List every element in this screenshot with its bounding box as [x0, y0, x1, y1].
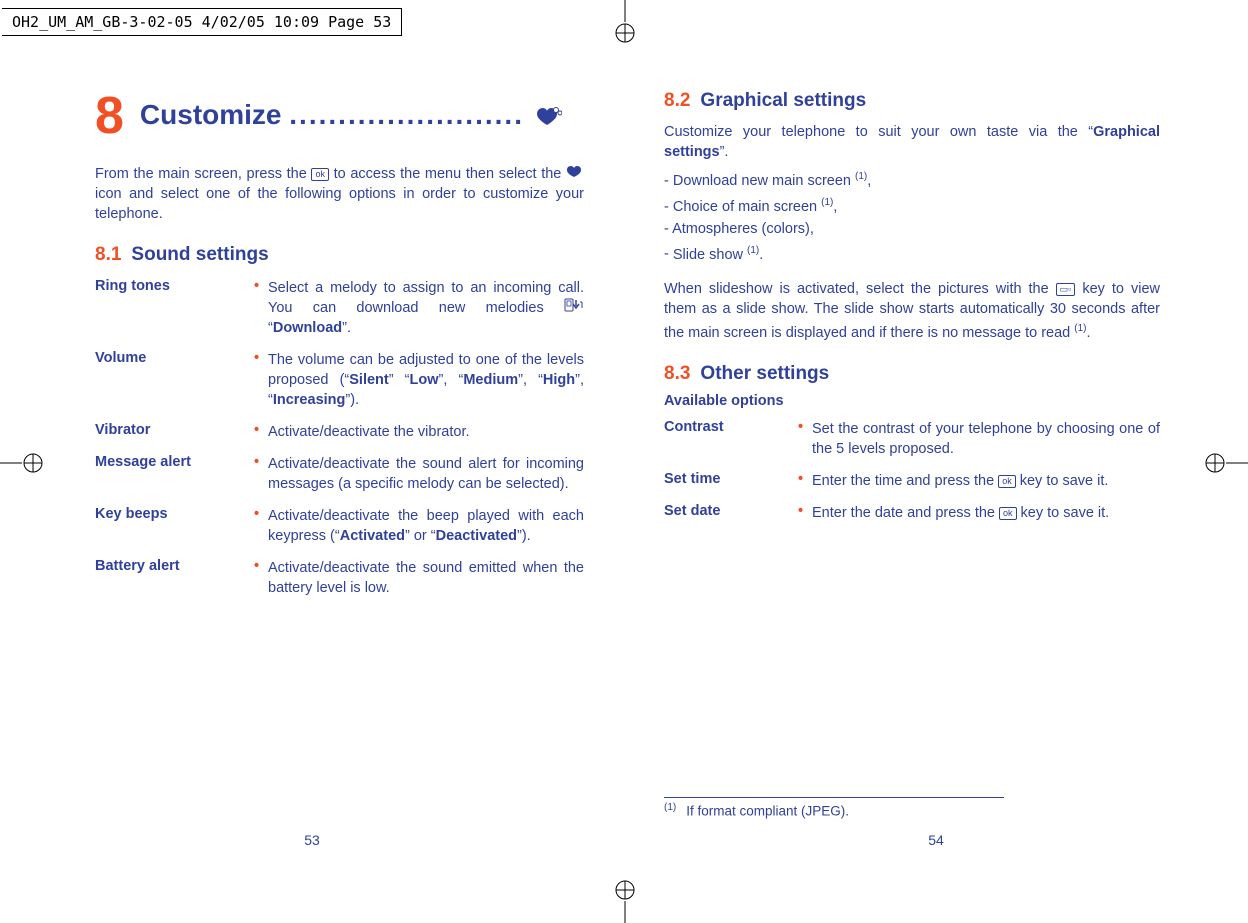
heart-icon [566, 164, 584, 184]
section-number: 8.2 [664, 90, 690, 111]
chapter-header: 8 Customize ........................ [95, 90, 584, 142]
bullet-icon: • [798, 467, 812, 499]
desc: Set the contrast of your telephone by ch… [812, 415, 1160, 467]
footnote-mark: (1) [664, 802, 676, 813]
section-heading-8-3: 8.3 Other settings [664, 363, 1160, 385]
list-item: Atmospheres (colors), [664, 218, 1160, 240]
section-heading-8-1: 8.1 Sound settings [95, 244, 584, 266]
other-settings-list: Contrast • Set the contrast of your tele… [664, 415, 1160, 531]
section-title: Sound settings [131, 244, 268, 265]
available-options-label: Available options [664, 393, 1160, 409]
term: Contrast [664, 415, 798, 467]
intro-paragraph: From the main screen, press the ok to ac… [95, 164, 584, 224]
list-item: Download new main screen (1), [664, 166, 1160, 192]
sec82-paragraph: When slideshow is activated, select the … [664, 279, 1160, 343]
bullet-icon: • [254, 346, 268, 418]
list-item: Choice of main screen (1), [664, 192, 1160, 218]
row-ring-tones: Ring tones • Select a melody to assign t… [95, 274, 584, 346]
row-set-date: Set date • Enter the date and press the … [664, 499, 1160, 531]
sec82-intro: Customize your telephone to suit your ow… [664, 122, 1160, 162]
section-number: 8.1 [95, 244, 121, 265]
desc: Activate/deactivate the beep played with… [268, 502, 584, 554]
bullet-icon: • [254, 418, 268, 450]
desc: Activate/deactivate the vibrator. [268, 418, 584, 450]
bullet-icon: • [798, 415, 812, 467]
term: Set time [664, 467, 798, 499]
row-key-beeps: Key beeps • Activate/deactivate the beep… [95, 502, 584, 554]
row-message-alert: Message alert • Activate/deactivate the … [95, 450, 584, 502]
list-item: Slide show (1). [664, 240, 1160, 266]
section-number: 8.3 [664, 363, 690, 384]
page-left: 8 Customize ........................ Fro… [0, 0, 624, 923]
page-number-right: 54 [624, 832, 1248, 848]
nav-key-icon: ▭▫ [1056, 283, 1076, 296]
section-title: Graphical settings [700, 90, 866, 111]
bullet-icon: • [254, 274, 268, 346]
page-right: 8.2 Graphical settings Customize your tel… [624, 0, 1248, 923]
ok-key-icon: ok [311, 168, 329, 181]
row-volume: Volume • The volume can be adjusted to o… [95, 346, 584, 418]
section-heading-8-2: 8.2 Graphical settings [664, 90, 1160, 112]
footnote-area: (1) If format compliant (JPEG). [664, 797, 1160, 819]
row-vibrator: Vibrator • Activate/deactivate the vibra… [95, 418, 584, 450]
term: Message alert [95, 450, 254, 502]
desc: Activate/deactivate the sound emitted wh… [268, 554, 584, 606]
desc: The volume can be adjusted to one of the… [268, 346, 584, 418]
row-battery-alert: Battery alert • Activate/deactivate the … [95, 554, 584, 606]
footnote: (1) If format compliant (JPEG). [664, 802, 1160, 819]
heart-icon [536, 101, 562, 133]
download-melody-icon [564, 298, 584, 318]
term: Ring tones [95, 274, 254, 346]
ok-key-icon: ok [999, 507, 1017, 520]
term: Volume [95, 346, 254, 418]
footnote-rule [664, 797, 1004, 798]
bullet-icon: • [798, 499, 812, 531]
ok-key-icon: ok [998, 475, 1016, 488]
sound-settings-list: Ring tones • Select a melody to assign t… [95, 274, 584, 606]
graphical-settings-list: Download new main screen (1), Choice of … [664, 166, 1160, 265]
section-title: Other settings [700, 363, 829, 384]
chapter-title-text: Customize [140, 99, 282, 130]
desc: Select a melody to assign to an incoming… [268, 274, 584, 346]
bullet-icon: • [254, 450, 268, 502]
row-set-time: Set time • Enter the time and press the … [664, 467, 1160, 499]
desc: Enter the date and press the ok key to s… [812, 499, 1160, 531]
chapter-title-dots: ........................ [289, 99, 524, 130]
row-contrast: Contrast • Set the contrast of your tele… [664, 415, 1160, 467]
footnote-text: If format compliant (JPEG). [686, 803, 849, 818]
bullet-icon: • [254, 502, 268, 554]
term: Key beeps [95, 502, 254, 554]
page-number-left: 53 [0, 832, 624, 848]
desc: Enter the time and press the ok key to s… [812, 467, 1160, 499]
term: Vibrator [95, 418, 254, 450]
term: Set date [664, 499, 798, 531]
spread: 8 Customize ........................ Fro… [0, 0, 1248, 923]
term: Battery alert [95, 554, 254, 606]
bullet-icon: • [254, 554, 268, 606]
chapter-number: 8 [95, 90, 122, 142]
chapter-title: Customize ........................ [140, 99, 584, 133]
desc: Activate/deactivate the sound alert for … [268, 450, 584, 502]
